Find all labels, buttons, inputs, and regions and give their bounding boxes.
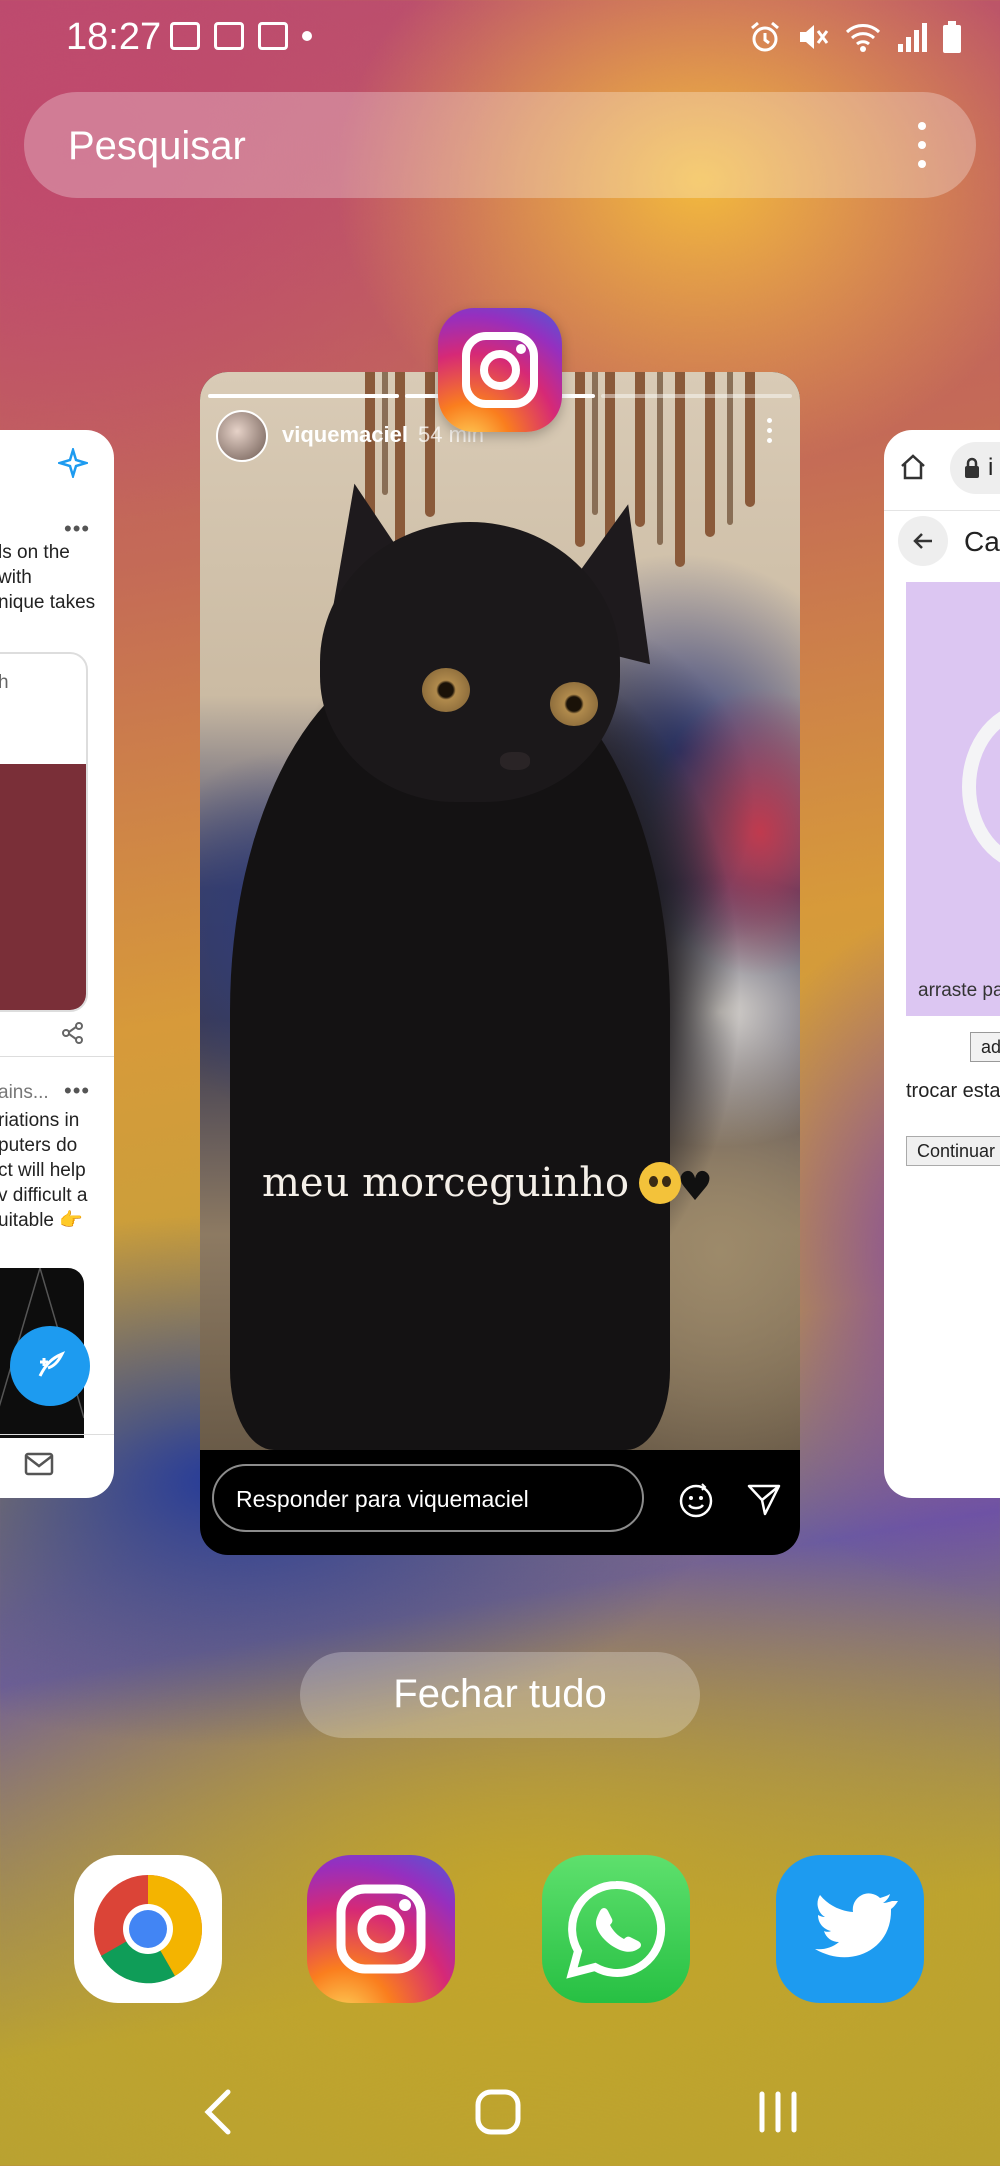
calendar-icon (214, 22, 244, 50)
home-outline-icon (475, 2089, 521, 2135)
dock-chrome[interactable] (74, 1855, 222, 2003)
embed-image (0, 764, 86, 1010)
status-time: 18:27 (66, 16, 162, 58)
black-heart-emoji: ♥ (677, 1164, 713, 1210)
story-reply-bar: Responder para viquemaciel (200, 1450, 800, 1555)
divider (884, 510, 1000, 511)
continue-button[interactable]: Continuar (906, 1136, 1000, 1166)
nav-recents-button[interactable] (738, 2072, 818, 2152)
battery-icon (943, 21, 961, 53)
status-bar: 18:27 (0, 0, 1000, 78)
alarm-icon (751, 21, 779, 52)
recents-search-bar[interactable]: Pesquisar (24, 92, 976, 198)
navigation-bar (0, 2060, 1000, 2166)
gallery-icon (170, 22, 200, 50)
nav-back-button[interactable] (178, 2072, 258, 2152)
tweet-line: ct will help (0, 1160, 86, 1181)
compose-tweet-button[interactable] (10, 1326, 90, 1406)
close-all-label: Fechar tudo (393, 1672, 607, 1716)
avatar[interactable] (216, 410, 268, 462)
home-icon[interactable] (898, 452, 928, 482)
recent-app-card-twitter[interactable]: ••• ls on the with nique takes h ains...… (0, 430, 114, 1498)
tweet-line: with (0, 567, 32, 588)
tweet-line: nique takes (0, 592, 96, 613)
app-dock (0, 1855, 1000, 2005)
lock-icon (965, 457, 979, 478)
story-caption: meu morceguinho ♥ (262, 1160, 713, 1210)
send-icon[interactable] (746, 1482, 782, 1518)
cat-eye-left (422, 668, 470, 712)
url-bar[interactable]: i (950, 442, 1000, 494)
wifi-icon (845, 24, 881, 52)
recent-app-card-instagram[interactable]: viquemaciel 54 min meu morceguinho ♥ Resp… (200, 372, 800, 1555)
back-button[interactable] (898, 516, 948, 566)
tweet2-author: ains... (0, 1082, 49, 1103)
sparkle-icon[interactable] (58, 448, 88, 478)
reaction-icon[interactable] (676, 1480, 716, 1520)
story-more-icon[interactable] (767, 418, 772, 448)
notification-icons (170, 22, 312, 50)
dock-instagram[interactable] (307, 1855, 455, 2003)
tweet-line: uitable 👉 (0, 1210, 83, 1231)
embed-text: h (0, 670, 9, 695)
close-all-button[interactable]: Fechar tudo (300, 1652, 700, 1738)
page-title: Ca (964, 526, 1000, 557)
body-text: trocar esta (906, 1080, 1000, 1102)
voicemail-icon (258, 22, 288, 50)
url-text: i (988, 454, 994, 481)
instagram-icon (336, 1884, 426, 1974)
mute-icon (800, 25, 829, 49)
pleading-face-emoji (639, 1162, 682, 1204)
twitter-bird-icon (815, 1893, 898, 1958)
whatsapp-icon (566, 1880, 666, 1979)
dock-whatsapp[interactable] (542, 1855, 690, 2003)
share-icon[interactable] (62, 1022, 84, 1044)
more-vert-icon[interactable] (918, 122, 926, 168)
caption-text: meu morceguinho (262, 1160, 630, 1206)
product-image: arraste pa (906, 582, 1000, 1016)
system-icons (748, 20, 962, 54)
tweet-line: puters do (0, 1135, 78, 1156)
add-button[interactable]: ad (970, 1032, 1000, 1062)
compose-icon (38, 1351, 66, 1377)
search-placeholder: Pesquisar (68, 124, 246, 168)
dot-icon (302, 31, 312, 41)
tweet-line: riations in (0, 1110, 80, 1131)
tweet-more-icon[interactable]: ••• (64, 1078, 90, 1104)
story-username[interactable]: viquemaciel (282, 422, 408, 448)
recents-icon (759, 2091, 797, 2133)
signal-icon (898, 23, 927, 52)
reply-placeholder: Responder para viquemaciel (236, 1486, 529, 1512)
tweet-line: ls on the (0, 542, 70, 563)
instagram-icon (462, 332, 538, 408)
nav-home-button[interactable] (458, 2072, 538, 2152)
divider (0, 1434, 114, 1435)
tweet-line: v difficult a (0, 1185, 88, 1206)
arrow-left-icon (913, 533, 932, 549)
ring-shape (962, 702, 1000, 872)
instagram-app-icon[interactable] (438, 308, 562, 432)
add-button-label: ad (981, 1037, 1000, 1057)
chevron-left-icon (204, 2089, 231, 2135)
continue-button-label: Continuar (917, 1141, 996, 1161)
messages-icon[interactable] (24, 1452, 54, 1476)
tweet-more-icon[interactable]: ••• (64, 516, 90, 542)
dock-twitter[interactable] (776, 1855, 924, 2003)
divider (0, 1056, 114, 1057)
tweet-embed-card[interactable]: h (0, 652, 88, 1012)
reply-input[interactable]: Responder para viquemaciel (212, 1464, 644, 1532)
story-image (200, 372, 800, 1450)
cat-head (320, 522, 620, 802)
cat-eye-right (550, 682, 598, 726)
recent-app-card-chrome[interactable]: i Ca arraste pa ad trocar esta Continuar (884, 430, 1000, 1498)
image-caption: arraste pa (918, 980, 1000, 1001)
cat-nose (500, 752, 530, 770)
chrome-icon (94, 1875, 203, 1984)
